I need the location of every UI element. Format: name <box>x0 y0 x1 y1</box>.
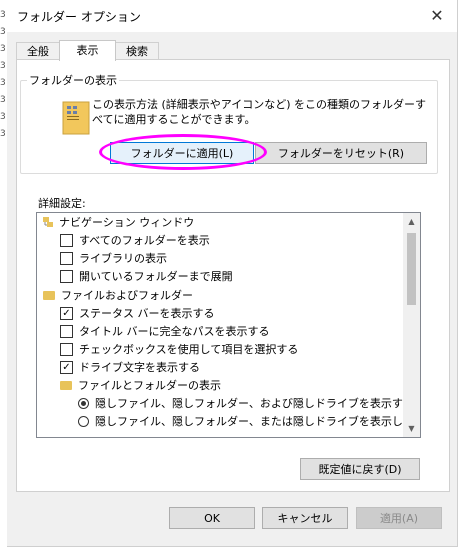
checkbox[interactable] <box>60 233 73 247</box>
tree-item-label: ファイルとフォルダーの表示 <box>78 379 221 392</box>
folder-icon <box>60 380 72 390</box>
checkbox[interactable] <box>60 269 73 283</box>
tree-item-label: ファイルおよびフォルダー <box>61 289 193 302</box>
background-text: 3 <box>0 27 6 37</box>
cancel-button[interactable]: キャンセル <box>262 507 348 529</box>
tab-view[interactable]: 表示 <box>59 40 116 61</box>
background-text: 3 <box>0 78 6 88</box>
background-text: 3 <box>0 61 6 71</box>
list-item[interactable]: すべてのフォルダーを表示 <box>60 232 210 250</box>
list-item[interactable]: チェックボックスを使用して項目を選択する <box>60 341 298 359</box>
advanced-settings-label: 詳細設定: <box>38 197 86 210</box>
background-text: 3 <box>0 95 6 105</box>
checkbox[interactable] <box>60 324 73 338</box>
apply-button[interactable]: 適用(A) <box>356 507 442 529</box>
list-item[interactable]: タイトル バーに完全なパスを表示する <box>60 323 270 341</box>
folder-icon <box>43 290 55 300</box>
list-item[interactable]: 隠しファイル、隠しフォルダー、および隠しドライブを表示する <box>78 395 414 413</box>
folder-options-dialog: フォルダー オプション ✕ 全般 表示 検索 フォルダーの表示 この表示方法 (… <box>7 0 458 547</box>
checkbox[interactable] <box>60 342 73 356</box>
scrollbar-thumb[interactable] <box>407 233 416 305</box>
list-item[interactable]: 開いているフォルダーまで展開 <box>60 268 233 286</box>
tree-category-files-and-folders: ファイルおよびフォルダー <box>43 287 193 305</box>
background-strip: 3 3 3 3 3 3 3 3 <box>0 0 7 547</box>
checkbox-checked[interactable]: ✓ <box>60 306 73 320</box>
background-text: 3 <box>0 44 6 54</box>
tree-item-label: ドライブ文字を表示する <box>79 361 200 374</box>
reset-folders-button[interactable]: フォルダーをリセット(R) <box>255 142 427 164</box>
tab-general[interactable]: 全般 <box>16 42 60 60</box>
ok-button[interactable]: OK <box>169 507 255 529</box>
folder-views-icon <box>62 101 90 135</box>
checkbox-checked[interactable]: ✓ <box>60 360 73 374</box>
radio[interactable] <box>78 415 89 427</box>
tree-item-label: チェックボックスを使用して項目を選択する <box>79 343 299 356</box>
background-text: 3 <box>0 129 6 139</box>
apply-to-folders-button[interactable]: フォルダーに適用(L) <box>110 142 254 164</box>
tab-search[interactable]: 検索 <box>115 42 159 60</box>
background-text: 3 <box>0 10 6 20</box>
tree-item-label: 隠しファイル、隠しフォルダー、および隠しドライブを表示する <box>95 397 414 410</box>
title-bar[interactable]: フォルダー オプション ✕ <box>7 0 457 32</box>
window-title: フォルダー オプション <box>17 10 141 24</box>
tree-item-label: ナビゲーション ウィンドウ <box>59 216 195 229</box>
close-icon[interactable]: ✕ <box>423 4 451 28</box>
tree-item-label: 隠しファイル、隠しフォルダー、または隠しドライブを表示しない <box>95 415 421 428</box>
tree-item-label: タイトル バーに完全なパスを表示する <box>79 325 270 338</box>
vertical-scrollbar[interactable]: ▲ ▼ <box>403 213 420 437</box>
advanced-settings-list[interactable]: ナビゲーション ウィンドウ すべてのフォルダーを表示 ライブラリの表示 開いてい… <box>36 212 421 438</box>
list-item[interactable]: ✓ ステータス バーを表示する <box>60 305 215 323</box>
tree-category-navigation-pane: ナビゲーション ウィンドウ <box>43 214 194 232</box>
restore-defaults-button[interactable]: 既定値に戻す(D) <box>300 458 420 480</box>
folder-views-description: この表示方法 (詳細表示やアイコンなど) をこの種類のフォルダーすべてに適用する… <box>92 98 427 126</box>
scroll-down-icon[interactable]: ▼ <box>403 420 420 437</box>
tree-item-label: ステータス バーを表示する <box>79 307 215 320</box>
checkbox[interactable] <box>60 251 73 265</box>
tree-category-hidden-files: ファイルとフォルダーの表示 <box>60 377 221 395</box>
navigation-pane-icon <box>43 217 53 227</box>
tree-item-label: すべてのフォルダーを表示 <box>79 234 210 247</box>
tree-item-label: 開いているフォルダーまで展開 <box>79 270 233 283</box>
tree-item-label: ライブラリの表示 <box>79 252 167 265</box>
background-text: 3 <box>0 112 6 122</box>
radio-selected[interactable] <box>78 397 89 409</box>
list-item[interactable]: ライブラリの表示 <box>60 250 167 268</box>
list-item[interactable]: ✓ ドライブ文字を表示する <box>60 359 200 377</box>
folder-views-title: フォルダーの表示 <box>27 72 119 88</box>
list-item[interactable]: 隠しファイル、隠しフォルダー、または隠しドライブを表示しない <box>78 413 421 431</box>
scroll-up-icon[interactable]: ▲ <box>403 213 420 230</box>
